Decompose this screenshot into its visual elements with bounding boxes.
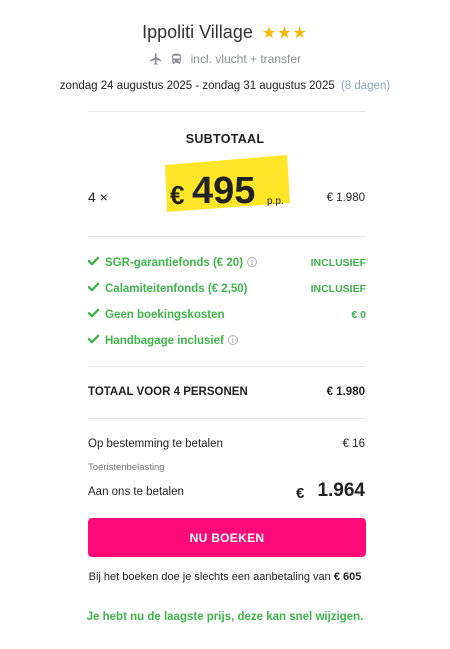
tourist-tax-note: Toeristenbelasting <box>88 462 165 473</box>
info-icon[interactable]: i <box>227 335 238 345</box>
info-icon[interactable]: i <box>247 257 258 267</box>
lowest-price-note: Je hebt nu de laagste prijs, deze kan sn… <box>86 611 364 623</box>
checkmark-icon <box>87 282 100 295</box>
subtotal-label: SUBTOTAAL <box>185 132 265 146</box>
date-range: zondag 24 augustus 2025 - zondag 31 augu… <box>59 80 335 92</box>
payment-amount: 1.964 <box>317 480 365 501</box>
transport-info: incl. vlucht + transfer <box>0 52 450 66</box>
inclusion-label: Handbagage inclusief <box>105 335 224 347</box>
payment-label: Aan ons te betalen <box>88 486 184 498</box>
total-value: € 1.980 <box>326 386 365 398</box>
destination-value: € 16 <box>342 438 365 450</box>
total-label: TOTAAL VOOR 4 PERSONEN <box>88 386 248 398</box>
travel-dates: zondag 24 augustus 2025 - zondag 31 augu… <box>0 80 450 92</box>
subtotal-amount: € 1.980 <box>326 192 365 204</box>
inclusion-item: Geen boekingskosten € 0 <box>87 308 366 321</box>
checkmark-icon <box>87 334 100 347</box>
deposit-text: Bij het boeken doe je slechts een aanbet… <box>88 571 331 583</box>
checkmark-icon <box>87 256 100 269</box>
divider <box>88 111 366 112</box>
quantity: 4 × <box>88 189 108 205</box>
inclusion-item: Calamiteitenfonds (€ 2,50) INCLUSIEF <box>87 282 366 295</box>
divider <box>88 418 366 419</box>
inclusion-value: € 0 <box>351 309 366 321</box>
book-now-button[interactable]: NU BOEKEN <box>88 518 366 557</box>
inclusion-item: Handbagage inclusief i <box>87 334 366 347</box>
inclusion-label: Calamiteitenfonds (€ 2,50) <box>105 283 248 295</box>
inclusion-value: INCLUSIEF <box>310 283 366 295</box>
deposit-note: Bij het boeken doe je slechts een aanbet… <box>0 571 450 583</box>
divider <box>88 236 366 237</box>
price-currency: € <box>170 180 185 210</box>
divider <box>88 366 366 367</box>
transport-label: incl. vlucht + transfer <box>190 52 302 66</box>
inclusion-label: SGR-garantiefonds (€ 20) <box>105 257 244 269</box>
inclusion-value: INCLUSIEF <box>310 257 366 269</box>
checkmark-icon <box>87 308 100 321</box>
hotel-title: Ippoliti Village ★★★ <box>0 22 450 43</box>
destination-label: Op bestemming te betalen <box>88 438 223 450</box>
inclusion-item: SGR-garantiefonds (€ 20) i INCLUSIEF <box>87 256 366 269</box>
hotel-name: Ippoliti Village <box>142 22 253 42</box>
inclusion-label: Geen boekingskosten <box>105 309 225 321</box>
price-per-person: 495 <box>192 170 256 212</box>
star-rating: ★★★ <box>262 22 308 43</box>
bus-icon <box>170 52 183 66</box>
payment-currency: € <box>296 485 305 502</box>
plane-icon <box>149 52 163 66</box>
per-person-label: p.p. <box>267 196 284 207</box>
star-icon: ★★★ <box>261 25 308 42</box>
deposit-amount: € 605 <box>333 571 362 583</box>
trip-duration: (8 dagen) <box>340 80 391 92</box>
